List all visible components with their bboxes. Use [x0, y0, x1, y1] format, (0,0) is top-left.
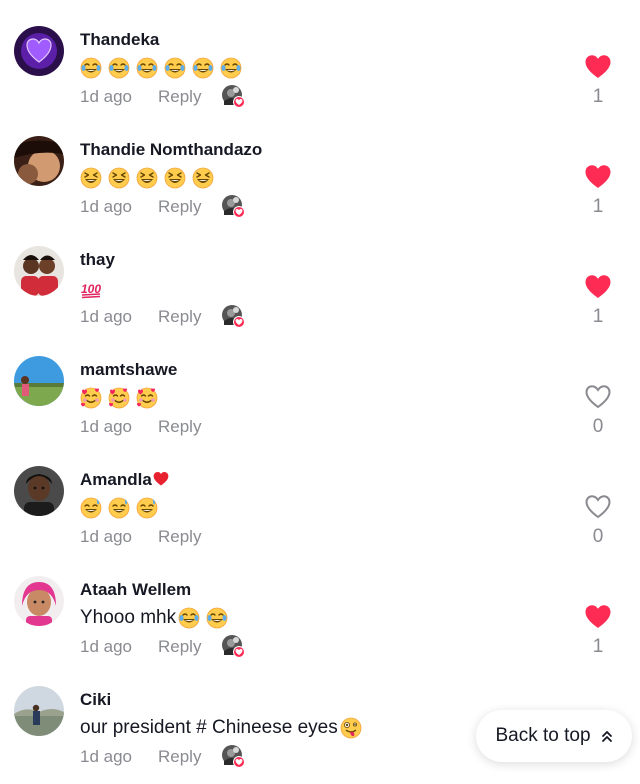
like-count: 1 [592, 636, 604, 657]
like-count: 1 [592, 306, 604, 327]
comment-username[interactable]: Amandla [80, 470, 170, 490]
like-count: 0 [592, 526, 604, 547]
face-with-tears-of-joy-icon [220, 57, 242, 79]
comment-item: Thandie Nomthandazo 1d ago Reply 1 [0, 110, 640, 220]
avatar[interactable] [14, 686, 64, 736]
creator-liked-badge [222, 305, 246, 329]
face-with-tears-of-joy-icon [192, 57, 214, 79]
heart-filled-icon[interactable] [584, 604, 612, 630]
creator-liked-badge [222, 635, 246, 659]
heart-outline-icon[interactable] [584, 494, 612, 520]
squinting-laugh-face-icon [136, 167, 158, 189]
squinting-laugh-face-icon [164, 167, 186, 189]
hundred-points-icon: 100 [80, 277, 102, 299]
zany-face-icon [340, 717, 362, 739]
comment-username[interactable]: mamtshawe [80, 360, 177, 380]
face-with-tears-of-joy-icon [178, 607, 200, 629]
username-text: Thandeka [80, 30, 160, 49]
avatar[interactable] [14, 356, 64, 406]
comment-item: Thandeka 1d ago Reply 1 [0, 0, 640, 110]
creator-liked-badge [222, 85, 246, 109]
grinning-face-with-sweat-icon [108, 497, 130, 519]
red-heart-icon [152, 470, 170, 488]
comment-meta: 1d ago Reply [80, 195, 246, 219]
heart-filled-icon[interactable] [584, 274, 612, 300]
like-count: 1 [592, 196, 604, 217]
comment-text [80, 166, 214, 190]
smiling-face-with-hearts-icon [136, 387, 158, 409]
username-text: thay [80, 250, 115, 269]
comment-username[interactable]: Thandeka [80, 30, 159, 50]
face-with-tears-of-joy-icon [80, 57, 102, 79]
like-count: 0 [592, 416, 604, 437]
double-chevron-up-icon [601, 729, 613, 743]
username-text: mamtshawe [80, 360, 178, 379]
comment-meta: 1d ago Reply [80, 416, 222, 438]
comment-item: Amandla 1d ago Reply 0 [0, 440, 640, 550]
comment-body-text: Yhooo mhk [80, 607, 177, 628]
username-text: Thandie Nomthandazo [80, 140, 263, 159]
comment-username[interactable]: Ciki [80, 690, 111, 710]
squinting-laugh-face-icon [108, 167, 130, 189]
face-with-tears-of-joy-icon [108, 57, 130, 79]
squinting-laugh-face-icon [80, 167, 102, 189]
comment-meta: 1d ago Reply [80, 526, 222, 548]
squinting-laugh-face-icon [192, 167, 214, 189]
reply-button[interactable]: Reply [158, 87, 222, 107]
comment-timestamp: 1d ago [80, 87, 132, 106]
heart-filled-icon[interactable] [584, 54, 612, 80]
grinning-face-with-sweat-icon [80, 497, 102, 519]
avatar[interactable] [14, 136, 64, 186]
comment-item: mamtshawe 1d ago Reply 0 [0, 330, 640, 440]
smiling-face-with-hearts-icon [80, 387, 102, 409]
like-count: 1 [592, 86, 604, 107]
reply-button[interactable]: Reply [158, 637, 222, 657]
grinning-face-with-sweat-icon [136, 497, 158, 519]
username-text: Ciki [80, 690, 112, 709]
face-with-tears-of-joy-icon [164, 57, 186, 79]
comment-timestamp: 1d ago [80, 197, 132, 216]
comment-timestamp: 1d ago [80, 637, 132, 656]
comment-meta: 1d ago Reply [80, 85, 246, 109]
comment-timestamp: 1d ago [80, 307, 132, 326]
heart-filled-icon[interactable] [584, 164, 612, 190]
comment-timestamp: 1d ago [80, 527, 132, 546]
back-to-top-label: Back to top [495, 725, 591, 746]
username-text: Ataah Wellem [80, 580, 192, 599]
comment-meta: 1d ago Reply [80, 305, 246, 329]
comment-text: Yhooo mhk [80, 606, 228, 630]
comment-username[interactable]: thay [80, 250, 115, 270]
comment-timestamp: 1d ago [80, 417, 132, 436]
avatar[interactable] [14, 246, 64, 296]
comment-text: 100 [80, 276, 102, 300]
creator-liked-badge [222, 745, 246, 769]
avatar[interactable] [14, 576, 64, 626]
comment-timestamp: 1d ago [80, 747, 132, 766]
reply-button[interactable]: Reply [158, 197, 222, 217]
comment-username[interactable]: Thandie Nomthandazo [80, 140, 262, 160]
reply-button[interactable]: Reply [158, 527, 222, 547]
username-text: Amandla [80, 470, 152, 489]
comment-body-text: our president # Chineese eyes [80, 717, 338, 738]
back-to-top-button[interactable]: Back to top [476, 710, 632, 762]
face-with-tears-of-joy-icon [206, 607, 228, 629]
smiling-face-with-hearts-icon [108, 387, 130, 409]
comment-text [80, 386, 158, 410]
heart-outline-icon[interactable] [584, 384, 612, 410]
comment-meta: 1d ago Reply [80, 635, 246, 659]
creator-liked-badge [222, 195, 246, 219]
comment-text: our president # Chineese eyes [80, 716, 362, 740]
comment-item: thay 100 1d ago Reply 1 [0, 220, 640, 330]
reply-button[interactable]: Reply [158, 747, 222, 767]
avatar[interactable] [14, 466, 64, 516]
comment-username[interactable]: Ataah Wellem [80, 580, 191, 600]
avatar[interactable] [14, 26, 64, 76]
face-with-tears-of-joy-icon [136, 57, 158, 79]
comment-item: Ataah Wellem Yhooo mhk 1d ago Reply 1 [0, 550, 640, 660]
comment-text [80, 56, 242, 80]
reply-button[interactable]: Reply [158, 417, 222, 437]
comment-text [80, 496, 158, 520]
reply-button[interactable]: Reply [158, 307, 222, 327]
comment-meta: 1d ago Reply [80, 745, 246, 769]
